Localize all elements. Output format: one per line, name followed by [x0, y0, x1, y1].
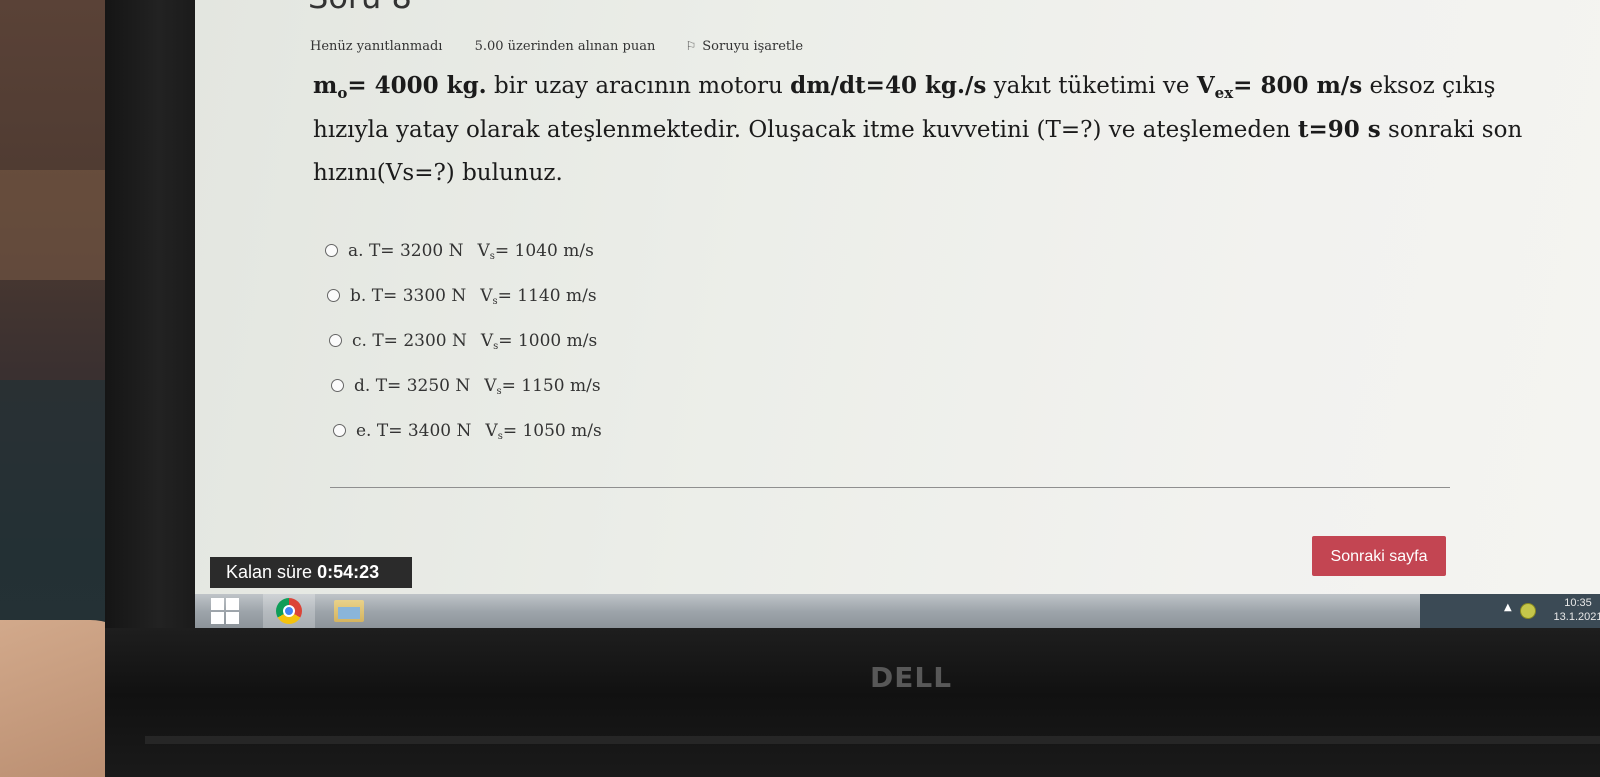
chrome-icon [276, 598, 302, 624]
option-velocity: Vs= 1040 m/s [477, 240, 594, 262]
section-divider [330, 487, 1450, 488]
system-tray: ▲ 10:35 13.1.2021 [1420, 594, 1600, 628]
tray-app-icon[interactable] [1520, 603, 1536, 619]
page-title: Soru 8 [308, 0, 412, 16]
radio-button[interactable] [329, 334, 342, 347]
answer-option-e[interactable]: e. T= 3400 N Vs= 1050 m/s [333, 408, 602, 453]
radio-button[interactable] [327, 289, 340, 302]
answer-option-b[interactable]: b. T= 3300 N Vs= 1140 m/s [327, 273, 602, 318]
clock-time: 10:35 [1564, 597, 1592, 609]
radio-button[interactable] [331, 379, 344, 392]
next-page-button[interactable]: Sonraki sayfa [1312, 536, 1446, 576]
chevron-up-icon[interactable]: ▲ [1504, 602, 1512, 613]
question-state: Henüz yanıtlanmadı [310, 39, 443, 54]
flag-question-link[interactable]: ⚐ Soruyu işaretle [686, 39, 804, 54]
windows-icon [211, 598, 239, 624]
monitor-bezel-bottom [105, 628, 1600, 777]
monitor-base-edge [145, 736, 1600, 744]
taskbar-file-explorer[interactable] [323, 594, 375, 628]
mass-label: mo= 4000 kg. [313, 72, 487, 102]
option-thrust: T= 3250 N [375, 375, 471, 396]
option-letter: e. [356, 420, 372, 441]
answer-options: a. T= 3200 N Vs= 1040 m/s b. T= 3300 N V… [325, 228, 602, 453]
answer-option-d[interactable]: d. T= 3250 N Vs= 1150 m/s [331, 363, 602, 408]
option-letter: a. [348, 240, 364, 261]
answer-option-c[interactable]: c. T= 2300 N Vs= 1000 m/s [329, 318, 602, 363]
taskbar-chrome[interactable] [263, 594, 315, 628]
option-thrust: T= 3200 N [368, 240, 464, 261]
mass-rate: dm/dt=40 kg./s [790, 72, 987, 99]
option-thrust: T= 3300 N [371, 285, 467, 306]
burn-time: t=90 s [1297, 116, 1381, 143]
option-velocity: Vs= 1150 m/s [484, 375, 601, 397]
answer-option-a[interactable]: a. T= 3200 N Vs= 1040 m/s [325, 228, 602, 273]
option-velocity: Vs= 1000 m/s [480, 330, 598, 352]
start-button[interactable] [195, 594, 255, 628]
question-text: mo= 4000 kg. bir uzay aracının motoru dm… [313, 72, 1523, 186]
radio-button[interactable] [325, 244, 338, 257]
option-letter: b. [350, 285, 367, 306]
option-letter: c. [352, 330, 367, 351]
remaining-time-box: Kalan süre 0:54:23 [210, 557, 412, 588]
option-thrust: T= 3400 N [376, 420, 472, 441]
option-thrust: T= 2300 N [372, 330, 467, 351]
question-info-bar: Henüz yanıtlanmadı 5.00 üzerinden alınan… [310, 39, 803, 54]
question-mark: 5.00 üzerinden alınan puan [474, 39, 656, 54]
flag-icon: ⚐ [685, 39, 697, 53]
quiz-screen: Soru 8 Henüz yanıtlanmadı 5.00 üzerinden… [195, 0, 1600, 594]
flag-question-label: Soruyu işaretle [702, 39, 804, 54]
option-velocity: Vs= 1050 m/s [485, 420, 602, 442]
option-letter: d. [354, 375, 371, 396]
option-velocity: Vs= 1140 m/s [480, 285, 597, 307]
dell-logo: DELL [870, 661, 953, 694]
file-explorer-icon [334, 600, 364, 622]
clock-date: 13.1.2021 [1553, 611, 1600, 623]
taskbar: ▲ 10:35 13.1.2021 [195, 594, 1600, 628]
radio-button[interactable] [333, 424, 346, 437]
timer-label: Kalan süre [226, 562, 313, 582]
taskbar-clock[interactable]: 10:35 13.1.2021 [1548, 596, 1600, 624]
exhaust-velocity: Vex= 800 m/s [1196, 72, 1363, 102]
timer-value: 0:54:23 [317, 562, 380, 582]
